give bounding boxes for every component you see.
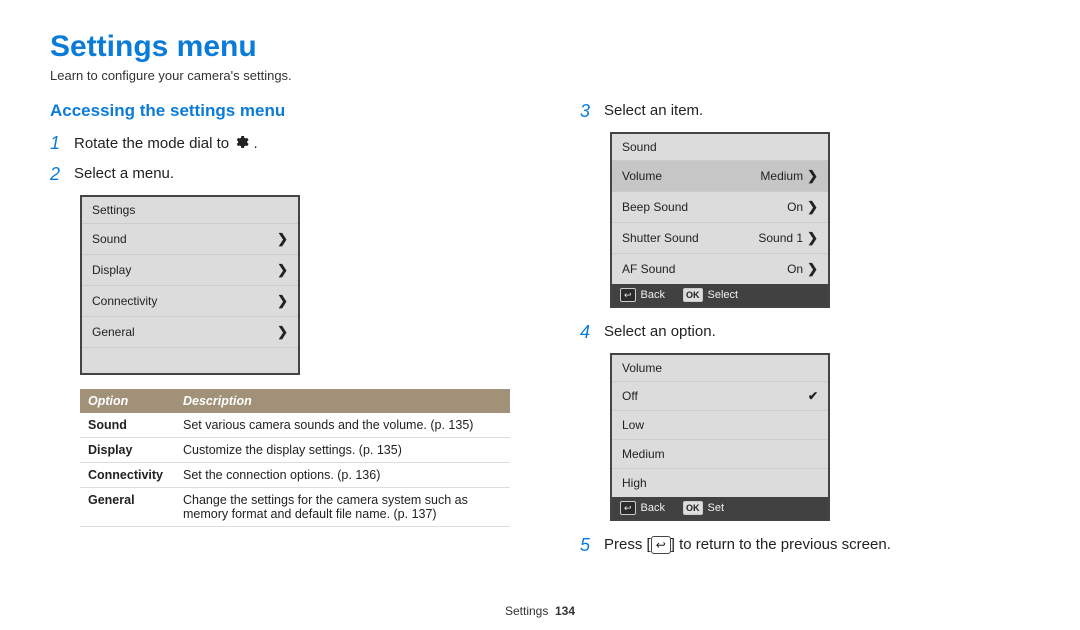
step-3-text: Select an item.	[604, 101, 703, 119]
step-1-text-after: .	[253, 135, 257, 152]
item-row-af[interactable]: AF Sound On❯	[612, 253, 828, 284]
menu-item-sound[interactable]: Sound ❯	[82, 223, 298, 254]
item-row-shutter[interactable]: Shutter Sound Sound 1❯	[612, 222, 828, 253]
ok-icon: OK	[683, 501, 703, 515]
footer-back[interactable]: ↩Back	[620, 288, 665, 302]
table-row: Display Customize the display settings. …	[80, 438, 510, 463]
panel-footer: ↩Back OKSet	[612, 497, 828, 519]
page-footer: Settings 134	[0, 604, 1080, 618]
table-row: Sound Set various camera sounds and the …	[80, 413, 510, 438]
menu-item-empty	[82, 347, 298, 373]
step-1: 1 Rotate the mode dial to .	[50, 133, 510, 154]
chevron-right-icon: ❯	[277, 293, 288, 309]
panel-header: Settings	[82, 197, 298, 223]
option-row-off[interactable]: Off ✔	[612, 381, 828, 410]
panel-header: Sound	[612, 134, 828, 160]
step-3: 3 Select an item.	[580, 101, 1030, 122]
table-row: General Change the settings for the came…	[80, 488, 510, 527]
chevron-right-icon: ❯	[807, 230, 818, 246]
panel-header: Volume	[612, 355, 828, 381]
option-row-medium[interactable]: Medium	[612, 439, 828, 468]
step-number: 4	[580, 322, 594, 343]
step-2-text: Select a menu.	[74, 164, 174, 182]
step-5-text-before: Press [	[604, 536, 651, 553]
chevron-right-icon: ❯	[807, 199, 818, 215]
menu-item-display[interactable]: Display ❯	[82, 254, 298, 285]
table-header-description: Description	[175, 389, 510, 413]
gear-icon	[233, 134, 249, 154]
back-icon: ↩	[620, 501, 636, 515]
option-row-high[interactable]: High	[612, 468, 828, 497]
step-number: 3	[580, 101, 594, 122]
chevron-right-icon: ❯	[277, 324, 288, 340]
table-header-option: Option	[80, 389, 175, 413]
ok-icon: OK	[683, 288, 703, 302]
menu-item-connectivity[interactable]: Connectivity ❯	[82, 285, 298, 316]
step-number: 5	[580, 535, 594, 556]
footer-back[interactable]: ↩Back	[620, 501, 665, 515]
check-icon: ✔	[808, 389, 818, 403]
page-subtitle: Learn to configure your camera's setting…	[50, 68, 1030, 83]
item-row-beep[interactable]: Beep Sound On❯	[612, 191, 828, 222]
step-number: 2	[50, 164, 64, 185]
step-number: 1	[50, 133, 64, 154]
step-5-text-after: ] to return to the previous screen.	[671, 536, 891, 553]
menu-item-general[interactable]: General ❯	[82, 316, 298, 347]
step-4-text: Select an option.	[604, 322, 716, 340]
chevron-right-icon: ❯	[277, 262, 288, 278]
section-heading: Accessing the settings menu	[50, 101, 510, 121]
left-column: Accessing the settings menu 1 Rotate the…	[50, 101, 510, 566]
step-2: 2 Select a menu.	[50, 164, 510, 185]
step-1-text-before: Rotate the mode dial to	[74, 135, 233, 152]
footer-page-number: 134	[555, 604, 575, 618]
settings-menu-panel: Settings Sound ❯ Display ❯ Connectivity …	[80, 195, 300, 375]
page-title: Settings menu	[50, 30, 1030, 64]
table-row: Connectivity Set the connection options.…	[80, 463, 510, 488]
footer-set[interactable]: OKSet	[683, 501, 724, 515]
sound-item-panel: Sound Volume Medium❯ Beep Sound On❯ Shut…	[610, 132, 830, 308]
return-icon: ↩	[651, 536, 671, 554]
right-column: 3 Select an item. Sound Volume Medium❯ B…	[580, 101, 1030, 566]
chevron-right-icon: ❯	[807, 261, 818, 277]
footer-section: Settings	[505, 604, 548, 618]
step-5: 5 Press [↩] to return to the previous sc…	[580, 535, 1030, 556]
step-4: 4 Select an option.	[580, 322, 1030, 343]
options-description-table: Option Description Sound Set various cam…	[80, 389, 510, 527]
chevron-right-icon: ❯	[807, 168, 818, 184]
chevron-right-icon: ❯	[277, 231, 288, 247]
option-row-low[interactable]: Low	[612, 410, 828, 439]
item-row-volume[interactable]: Volume Medium❯	[612, 160, 828, 191]
back-icon: ↩	[620, 288, 636, 302]
volume-option-panel: Volume Off ✔ Low Medium High ↩Back OKSet	[610, 353, 830, 521]
panel-footer: ↩Back OKSelect	[612, 284, 828, 306]
footer-select[interactable]: OKSelect	[683, 288, 738, 302]
